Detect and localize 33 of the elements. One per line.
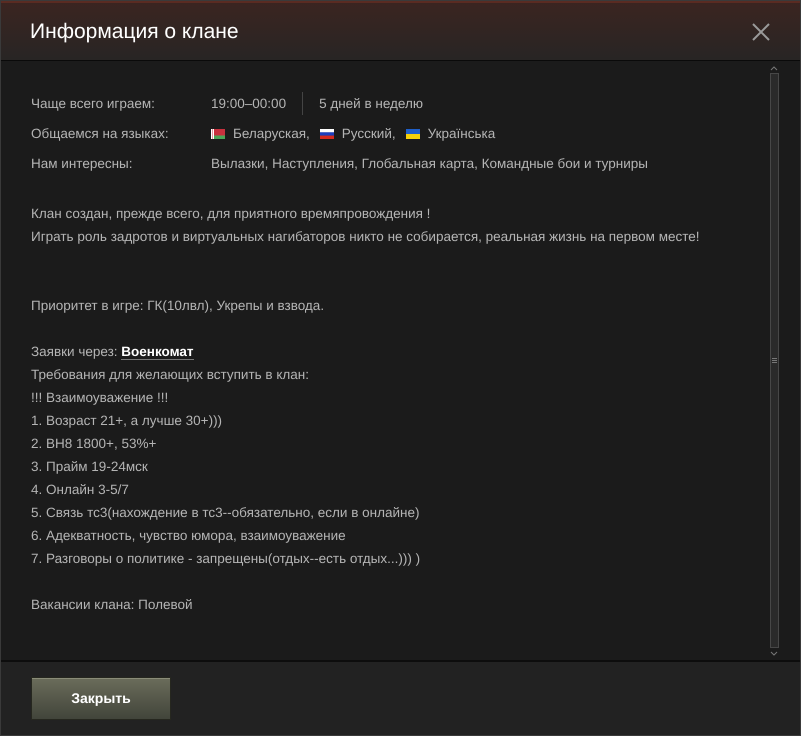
scroll-up-icon[interactable] xyxy=(770,66,778,71)
text-line: Приоритет в игре: ГК(10лвл), Укрепы и взвода. xyxy=(31,297,324,315)
close-button[interactable]: Закрыть xyxy=(31,677,171,720)
scrollbar-thumb[interactable] xyxy=(770,73,778,648)
text-line: 7. Разговоры о политике - запрещены(отдых--есть отдых...))) ) xyxy=(31,550,420,568)
text-line: Играть роль задротов и виртуальных нагибаторов никто не собирается, реальная жизнь на первом месте! xyxy=(31,228,700,246)
field-value: 19:00–00:00 xyxy=(211,95,286,113)
text-line: 2. ВН8 1800+, 53%+ xyxy=(31,435,156,453)
text-line: 4. Онлайн 3-5/7 xyxy=(31,481,129,499)
field-label: Нам интересны: xyxy=(31,155,134,173)
text-line: Вакансии клана: Полевой xyxy=(31,596,193,614)
field-label: Чаще всего играем: xyxy=(31,95,156,113)
field-value: 5 дней в неделю xyxy=(302,92,423,115)
close-icon[interactable] xyxy=(752,22,770,40)
text-line: 6. Адекватность, чувство юмора, взаимоуважение xyxy=(31,527,346,545)
text-line: Требования для желающих вступить в клан: xyxy=(31,366,309,384)
text-line: Клан создан, прежде всего, для приятного времяпровождения ! xyxy=(31,205,430,223)
text-line: !!! Взаимоуважение !!! xyxy=(31,389,168,407)
language-name: Беларуская, xyxy=(233,125,310,143)
field-label: Общаемся на языках: xyxy=(31,125,170,143)
language-name: Українська xyxy=(428,125,496,143)
text-line: 3. Прайм 19-24мск xyxy=(31,458,148,476)
flag-icon xyxy=(406,128,420,138)
flag-icon xyxy=(211,128,225,138)
text-line: Заявки через: Военкомат xyxy=(31,343,194,362)
link[interactable]: Военкомат xyxy=(121,344,194,360)
flag-icon xyxy=(320,128,334,138)
scroll-down-icon[interactable] xyxy=(770,651,778,656)
window-title: Информация о клане xyxy=(30,21,239,42)
language-name: Русский, xyxy=(342,125,396,143)
text-line: 1. Возраст 21+, а лучше 30+))) xyxy=(31,412,222,430)
text-line: 5. Связь тс3(нахождение в тс3--обязательно, если в онлайне) xyxy=(31,504,420,522)
field-value: Вылазки, Наступления, Глобальная карта, Командные бои и турниры xyxy=(211,155,648,173)
